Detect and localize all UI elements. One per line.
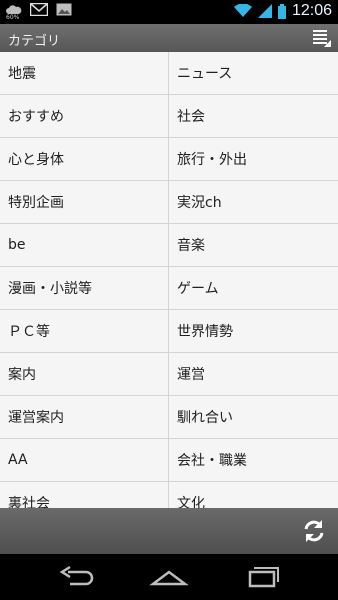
category-item[interactable]: ニュース [169,52,338,94]
category-row: 漫画・小説等 ゲーム [0,267,338,310]
bottom-toolbar [0,508,338,554]
category-row: 地震 ニュース [0,52,338,95]
category-item[interactable]: 案内 [0,353,169,395]
page-title: カテゴリ [8,34,61,49]
battery-percent-text: 60% [6,14,20,21]
category-item[interactable]: 旅行・外出 [169,138,338,180]
battery-icon [277,3,286,19]
category-item[interactable]: 音楽 [169,224,338,266]
category-item[interactable]: 特別企画 [0,181,169,223]
wifi-icon [233,4,252,17]
category-item[interactable]: 世界情勢 [169,310,338,352]
category-row: おすすめ 社会 [0,95,338,138]
category-item[interactable]: 実況ch [169,181,338,223]
category-row: 運営案内 馴れ合い [0,396,338,439]
cloud-icon [6,4,22,14]
category-row: 心と身体 旅行・外出 [0,138,338,181]
category-item[interactable]: 裏社会 [0,482,169,508]
category-item[interactable]: 馴れ合い [169,396,338,438]
category-item[interactable]: 運営 [169,353,338,395]
category-grid: 地震 ニュース おすすめ 社会 心と身体 旅行・外出 特別企画 実況ch be 音楽 漫画・小説等ゲ… [0,52,338,508]
category-item[interactable]: おすすめ [0,95,169,137]
home-icon[interactable] [149,562,189,592]
image-icon [56,3,72,16]
category-row: 裏社会 文化 [0,482,338,508]
category-row: AA 会社・職業 [0,439,338,482]
recent-apps-icon[interactable] [244,562,284,592]
clock: 12:06 [291,2,332,19]
action-bar: カテゴリ [0,24,338,53]
category-item[interactable]: 心と身体 [0,138,169,180]
category-row: be 音楽 [0,224,338,267]
category-item[interactable]: 文化 [169,482,338,508]
refresh-icon[interactable] [300,517,328,545]
status-bar: 60% 12:06 [0,0,338,24]
category-item[interactable]: 会社・職業 [169,439,338,481]
category-item[interactable]: ゲーム [169,267,338,309]
category-item[interactable]: ＰＣ等 [0,310,169,352]
category-item[interactable]: 運営案内 [0,396,169,438]
signal-icon [257,4,272,18]
category-row: 案内 運営 [0,353,338,396]
category-item[interactable]: AA [0,439,169,481]
back-icon[interactable] [56,562,96,592]
navigation-bar [0,554,338,600]
overflow-menu-icon[interactable] [312,28,332,48]
category-item[interactable]: 漫画・小説等 [0,267,169,309]
category-item[interactable]: 社会 [169,95,338,137]
category-row: ＰＣ等 世界情勢 [0,310,338,353]
category-row: 特別企画 実況ch [0,181,338,224]
category-item[interactable]: 地震 [0,52,169,94]
gmail-icon [30,3,48,16]
category-item[interactable]: be [0,224,169,266]
